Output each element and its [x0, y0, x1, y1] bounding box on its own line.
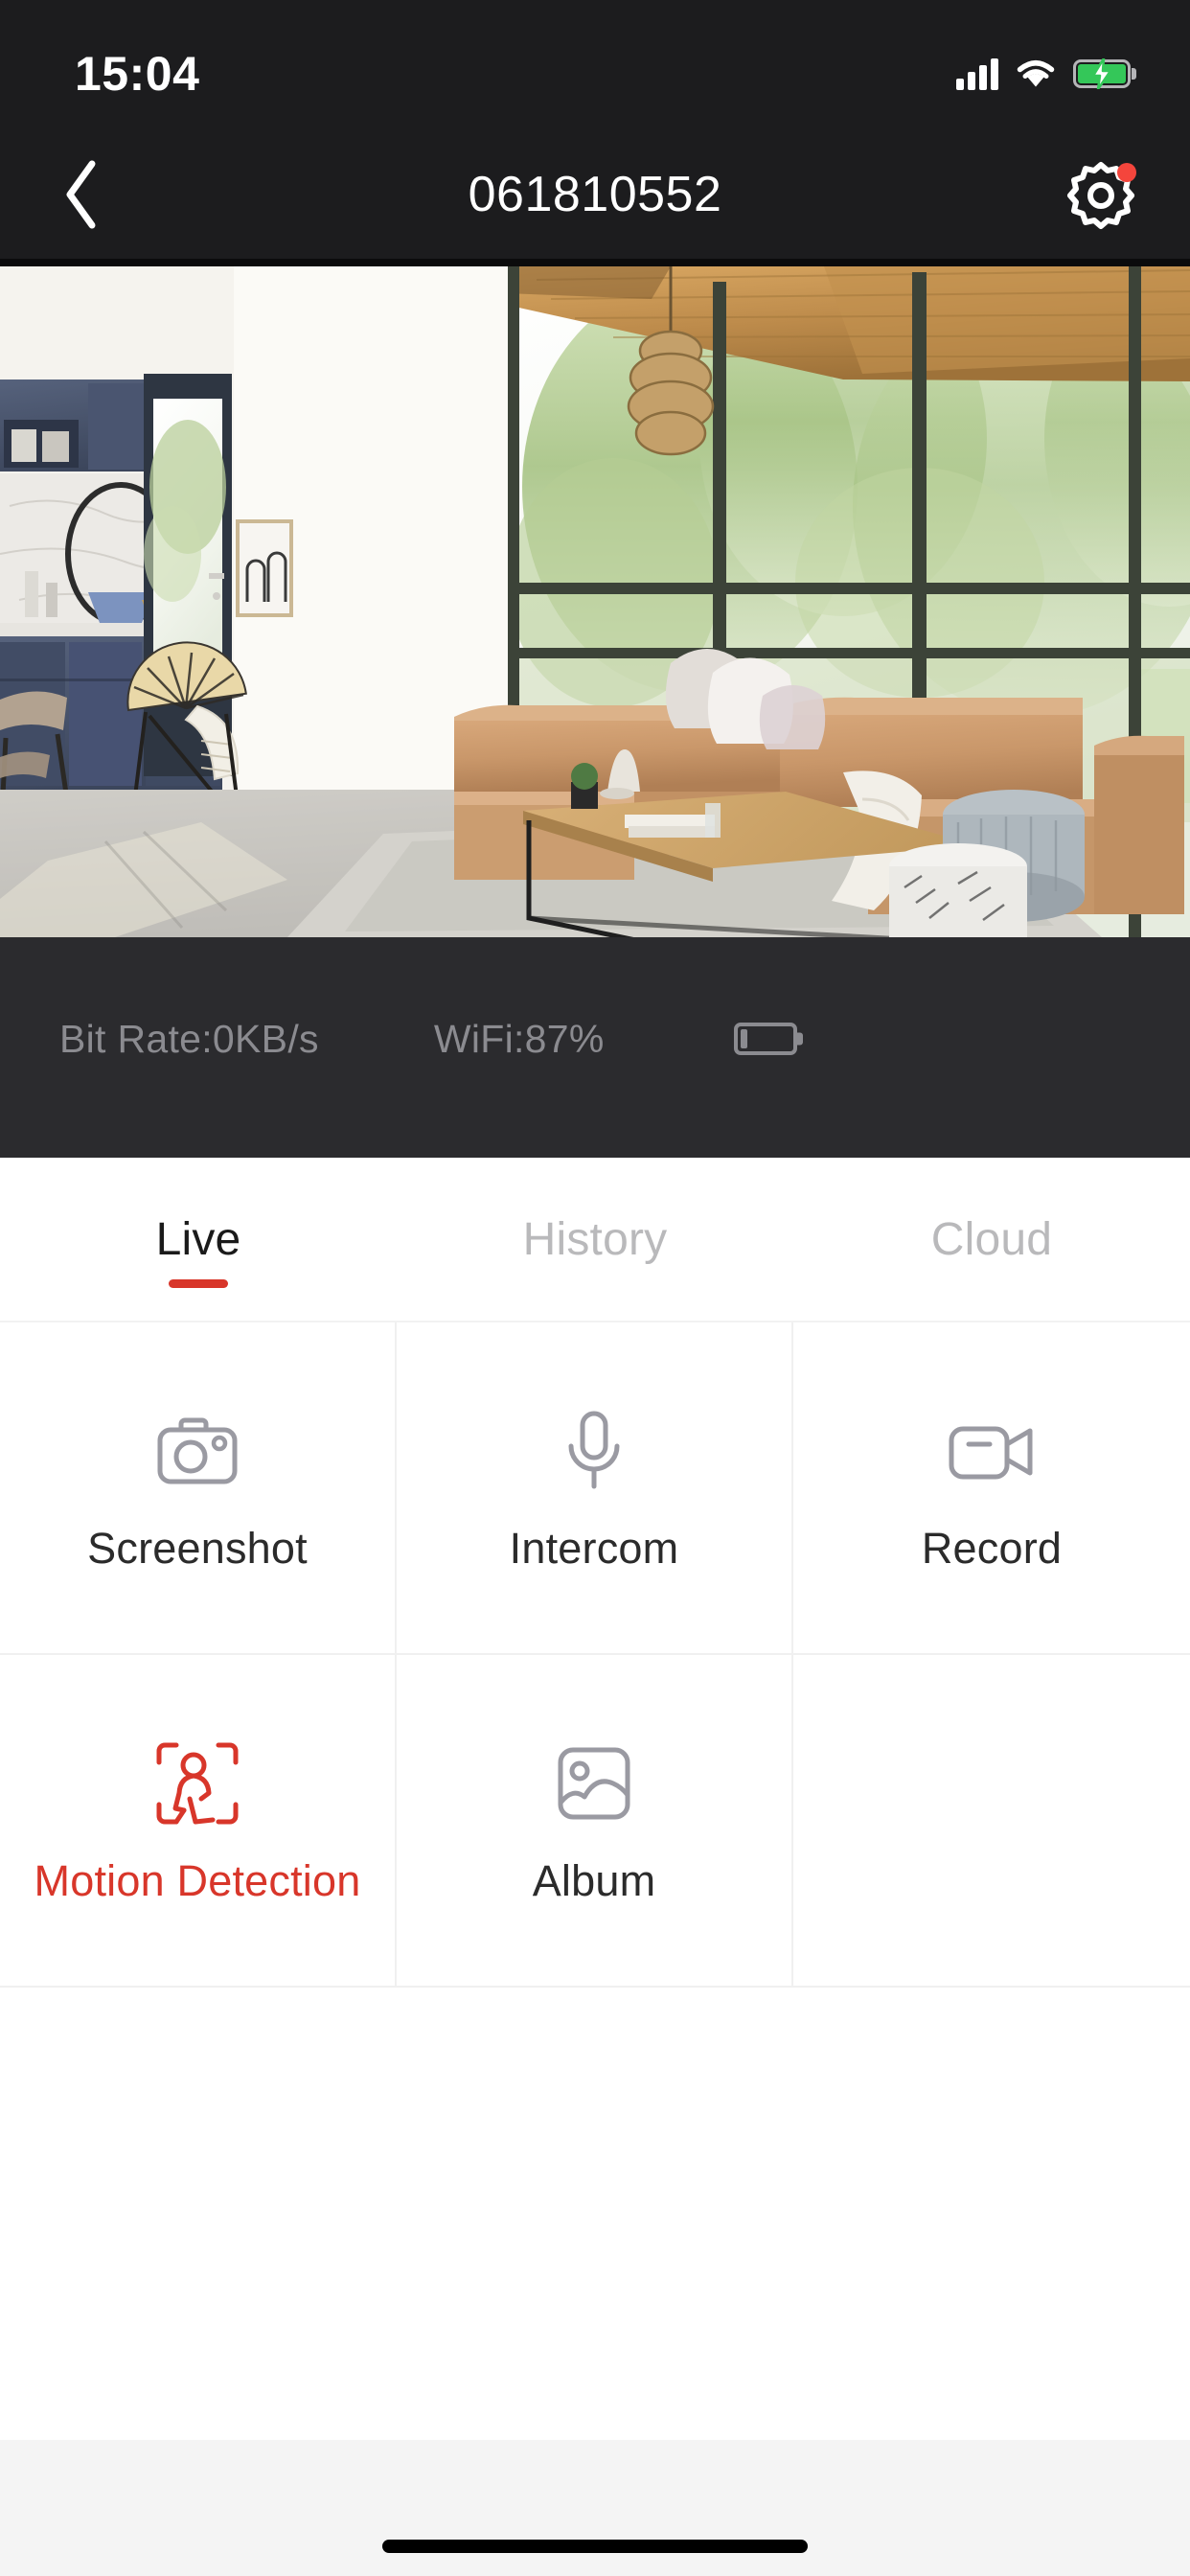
- tab-cloud[interactable]: Cloud: [793, 1158, 1190, 1321]
- action-cell-empty: [793, 1655, 1190, 1988]
- bit-rate-label: Bit Rate:0KB/s: [59, 1016, 319, 1061]
- action-record[interactable]: Record: [793, 1322, 1190, 1655]
- action-screenshot-label: Screenshot: [87, 1523, 308, 1573]
- stream-stats-bar: Bit Rate:0KB/s WiFi:87%: [0, 937, 1190, 1158]
- tab-active-underline: [169, 1279, 228, 1288]
- page-title: 061810552: [468, 166, 722, 222]
- status-icons: [956, 40, 1131, 90]
- action-intercom[interactable]: Intercom: [397, 1322, 793, 1655]
- live-camera-feed[interactable]: [0, 266, 1190, 937]
- video-camera-icon: [944, 1403, 1040, 1499]
- video-player[interactable]: [0, 259, 1190, 937]
- tab-live[interactable]: Live: [0, 1158, 397, 1321]
- wifi-icon: [1017, 59, 1055, 86]
- settings-notification-badge: [1117, 162, 1136, 182]
- chevron-left-icon: [66, 160, 96, 228]
- tab-bar: Live History Cloud: [0, 1158, 1190, 1322]
- phone-screen: 15:04 061810552 Bit Rate:0KB/s WiFi:87% …: [0, 0, 1190, 2576]
- status-bar: 15:04: [0, 0, 1190, 129]
- action-motion-detection-label: Motion Detection: [34, 1855, 361, 1905]
- action-motion-detection[interactable]: Motion Detection: [0, 1655, 397, 1988]
- tab-underline-inactive: [565, 1279, 625, 1288]
- camera-scene-image: [0, 266, 1190, 937]
- back-button[interactable]: [38, 151, 125, 238]
- action-intercom-label: Intercom: [509, 1523, 679, 1573]
- photo-image-icon: [546, 1736, 642, 1831]
- tab-history[interactable]: History: [397, 1158, 793, 1321]
- action-album[interactable]: Album: [397, 1655, 793, 1988]
- tab-live-label: Live: [155, 1213, 241, 1265]
- cellular-signal-icon: [956, 58, 998, 90]
- nav-bar: 061810552: [0, 129, 1190, 259]
- action-record-label: Record: [921, 1523, 1063, 1573]
- status-time: 15:04: [75, 46, 200, 101]
- wifi-strength-label: WiFi:87%: [433, 1016, 605, 1061]
- bottom-bar: [0, 2440, 1190, 2576]
- battery-charging-icon: [1073, 58, 1131, 89]
- action-album-label: Album: [532, 1855, 656, 1905]
- camera-icon: [149, 1403, 245, 1499]
- tab-cloud-label: Cloud: [930, 1213, 1053, 1265]
- settings-button[interactable]: [1058, 151, 1144, 238]
- home-indicator[interactable]: [382, 2540, 808, 2553]
- tab-underline-inactive: [962, 1279, 1021, 1288]
- microphone-icon: [546, 1403, 642, 1499]
- battery-low-icon: [733, 1023, 797, 1055]
- tab-history-label: History: [522, 1213, 668, 1265]
- action-grid: Screenshot Intercom Record Motion Detect…: [0, 1322, 1190, 2440]
- action-screenshot[interactable]: Screenshot: [0, 1322, 397, 1655]
- person-detection-icon: [149, 1736, 245, 1831]
